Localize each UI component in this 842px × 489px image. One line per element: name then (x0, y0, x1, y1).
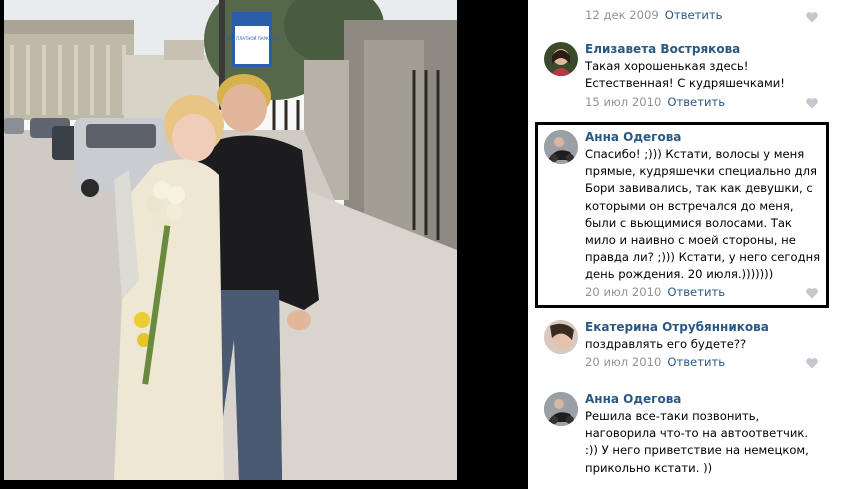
comment-meta: 15 июл 2010 Ответить (585, 95, 725, 109)
comment-author[interactable]: Елизавета Вострякова (585, 42, 740, 56)
comment-text: Решила все-таки позвонить, наговорила чт… (585, 409, 809, 475)
photo-viewer: ЗОНА ПЛАТНОЙ ПАРКОВКИ (0, 0, 528, 489)
comment-date: 12 дек 2009 (585, 8, 659, 22)
photo[interactable]: ЗОНА ПЛАТНОЙ ПАРКОВКИ (4, 0, 457, 480)
street-sign-text: ЗОНА ПЛАТНОЙ ПАРКОВКИ (223, 36, 280, 41)
comment-text: поздравлять его будете?? (585, 337, 747, 351)
avatar[interactable] (544, 42, 578, 76)
comment-item: Екатерина Отрубянникова поздравлять его … (528, 316, 842, 376)
comments-panel: 12 дек 2009 Ответить Елизавета Вострякова… (528, 0, 842, 489)
reply-link[interactable]: Ответить (667, 95, 725, 109)
comment-text: Спасибо! ;))) Кстати, волосы у меня прям… (585, 147, 821, 282)
like-heart-icon[interactable] (805, 96, 819, 110)
photo-image: ЗОНА ПЛАТНОЙ ПАРКОВКИ (4, 0, 457, 480)
comment-date: 15 июл 2010 (585, 95, 662, 109)
comment-item: Елизавета Вострякова Такая хорошенькая з… (528, 36, 842, 114)
comment-author[interactable]: Анна Одегова (585, 392, 681, 406)
reply-link[interactable]: Ответить (665, 8, 723, 22)
comment-author[interactable]: Екатерина Отрубянникова (585, 320, 769, 334)
like-heart-icon[interactable] (805, 10, 819, 24)
reply-link[interactable]: Ответить (667, 285, 725, 299)
like-heart-icon[interactable] (805, 356, 819, 370)
comment-author[interactable]: Анна Одегова (585, 130, 681, 144)
like-heart-icon[interactable] (805, 286, 819, 300)
avatar[interactable] (544, 392, 578, 426)
avatar[interactable] (544, 130, 578, 164)
comment-date: 20 июл 2010 (585, 285, 662, 299)
comment-text: Такая хорошенькая здесь! Естественная! С… (585, 59, 785, 91)
comment-item: Анна Одегова Спасибо! ;))) Кстати, волос… (528, 124, 842, 304)
comment-item: Анна Одегова Решила все-таки позвонить, … (528, 388, 842, 489)
comment-date: 20 июл 2010 (585, 355, 662, 369)
avatar[interactable] (544, 320, 578, 354)
comment-meta: 20 июл 2010 Ответить (585, 285, 725, 299)
comment-item: 12 дек 2009 Ответить (528, 0, 842, 24)
reply-link[interactable]: Ответить (667, 355, 725, 369)
comment-meta: 20 июл 2010 Ответить (585, 355, 725, 369)
comment-meta: 12 дек 2009 Ответить (585, 8, 723, 22)
